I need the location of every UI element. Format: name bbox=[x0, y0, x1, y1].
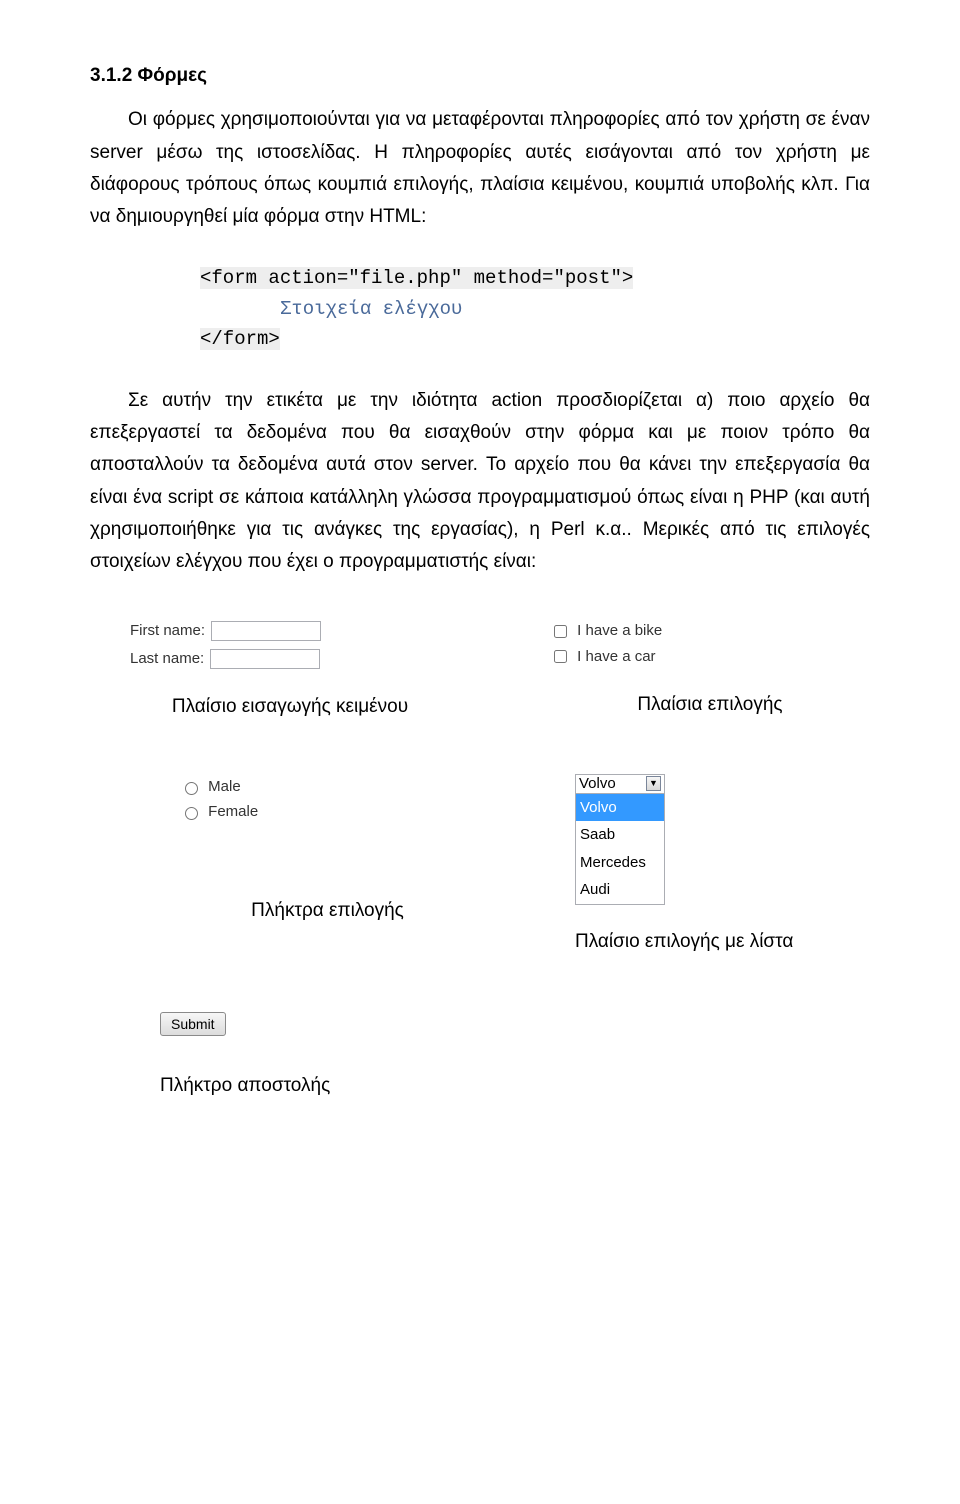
paragraph-explain: Σε αυτήν την ετικέτα με την ιδιότητα act… bbox=[90, 385, 870, 579]
last-name-label: Last name: bbox=[130, 646, 204, 672]
radio-male-text: Male bbox=[208, 778, 241, 795]
radio-example: Male Female bbox=[180, 774, 475, 825]
radio-female[interactable] bbox=[185, 807, 198, 820]
checkbox-car[interactable] bbox=[554, 650, 567, 663]
checkbox-bike[interactable] bbox=[554, 625, 567, 638]
caption-radios: Πλήκτρα επιλογής bbox=[180, 895, 475, 927]
caption-select: Πλαίσιο επιλογής με λίστα bbox=[575, 926, 870, 958]
select-box[interactable]: Volvo ▼ bbox=[575, 774, 665, 794]
select-selected: Volvo bbox=[579, 771, 616, 797]
checkbox-bike-text: I have a bike bbox=[577, 622, 662, 639]
caption-submit: Πλήκτρο αποστολής bbox=[160, 1070, 870, 1102]
chevron-down-icon: ▼ bbox=[646, 776, 661, 791]
radio-female-text: Female bbox=[208, 803, 258, 820]
select-option-1[interactable]: Saab bbox=[576, 821, 664, 849]
checkbox-car-label: I have a car bbox=[550, 644, 870, 670]
radio-female-label: Female bbox=[180, 799, 475, 825]
examples-row-1: First name: Last name: Πλαίσιο εισαγωγής… bbox=[90, 618, 870, 723]
radio-male-label: Male bbox=[180, 774, 475, 800]
checkbox-bike-label: I have a bike bbox=[550, 618, 870, 644]
select-option-2[interactable]: Mercedes bbox=[576, 849, 664, 877]
caption-checkboxes: Πλαίσια επιλογής bbox=[550, 689, 870, 721]
checkbox-car-text: I have a car bbox=[577, 648, 655, 665]
first-name-label: First name: bbox=[130, 618, 205, 644]
select-option-0[interactable]: Volvo bbox=[576, 794, 664, 822]
code-inner: Στοιχεία ελέγχου bbox=[280, 294, 870, 324]
examples-grid: First name: Last name: Πλαίσιο εισαγωγής… bbox=[90, 618, 870, 1102]
first-name-input[interactable] bbox=[211, 621, 321, 641]
select-example: Volvo ▼ Volvo Saab Mercedes Audi bbox=[575, 774, 665, 905]
select-dropdown-list: Volvo Saab Mercedes Audi bbox=[575, 794, 665, 905]
code-block: <form action="file.php" method="post"> Σ… bbox=[200, 263, 870, 354]
code-open: <form action="file.php" method="post"> bbox=[200, 267, 633, 289]
select-option-3[interactable]: Audi bbox=[576, 876, 664, 904]
examples-row-3: Submit Πλήκτρο αποστολής bbox=[90, 1008, 870, 1103]
caption-text-inputs: Πλαίσιο εισαγωγής κειμένου bbox=[130, 691, 450, 723]
code-close: </form> bbox=[200, 328, 280, 350]
paragraph-intro: Οι φόρμες χρησιμοποιούνται για να μεταφέ… bbox=[90, 104, 870, 233]
checkbox-example: I have a bike I have a car bbox=[550, 618, 870, 669]
text-input-example: First name: Last name: bbox=[130, 618, 450, 671]
submit-button[interactable]: Submit bbox=[160, 1012, 226, 1036]
examples-row-2: Male Female Πλήκτρα επιλογής Volvo ▼ Vol… bbox=[90, 774, 870, 958]
radio-male[interactable] bbox=[185, 782, 198, 795]
section-heading: 3.1.2 Φόρμες bbox=[90, 60, 870, 92]
last-name-input[interactable] bbox=[210, 649, 320, 669]
